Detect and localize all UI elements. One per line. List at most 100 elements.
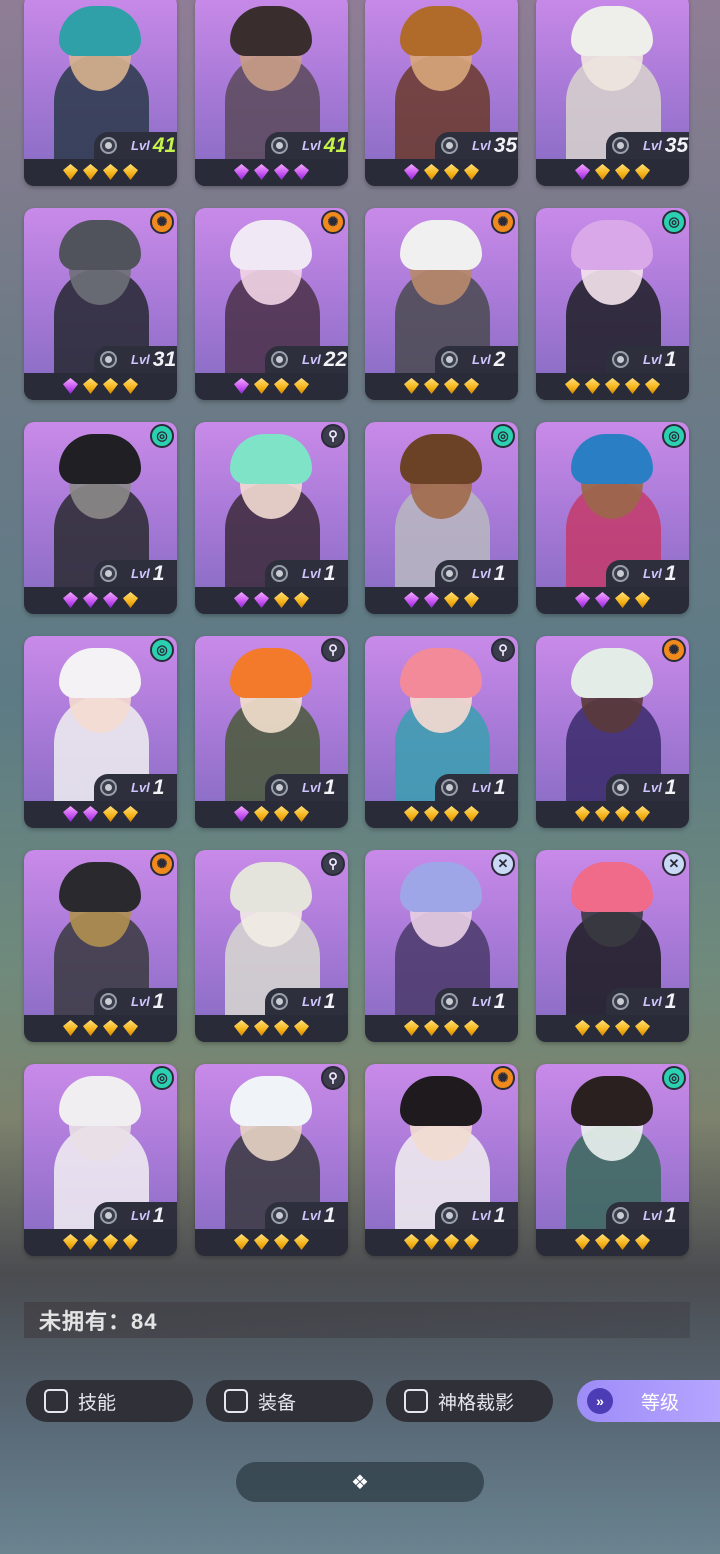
hero-card[interactable]: ◎ Lvl 1 bbox=[536, 208, 689, 400]
level-strip: Lvl 22 bbox=[265, 346, 348, 373]
gold-gem-icon bbox=[83, 164, 98, 180]
star-gems bbox=[536, 804, 689, 824]
gold-gem-icon bbox=[103, 1234, 118, 1250]
level-label: Lvl bbox=[131, 566, 150, 581]
hero-card[interactable]: Lvl 41 bbox=[195, 0, 348, 186]
gold-gem-icon bbox=[123, 1234, 138, 1250]
faction-orange-icon: ✺ bbox=[491, 210, 515, 234]
hero-card[interactable]: ⚲ Lvl 1 bbox=[365, 636, 518, 828]
gold-gem-icon bbox=[635, 592, 650, 608]
hero-card[interactable]: ✺ Lvl 31 bbox=[24, 208, 177, 400]
checkbox-divine-shadow[interactable] bbox=[404, 1389, 428, 1413]
level-label: Lvl bbox=[472, 994, 491, 1009]
level-strip: Lvl 31 bbox=[94, 346, 177, 373]
level-label: Lvl bbox=[302, 352, 321, 367]
gold-gem-icon bbox=[424, 164, 439, 180]
sort-level-button[interactable]: » 等级 bbox=[577, 1380, 720, 1422]
gold-gem-icon bbox=[83, 1020, 98, 1036]
star-gems bbox=[195, 1232, 348, 1252]
checkbox-skill[interactable] bbox=[44, 1389, 68, 1413]
gold-gem-icon bbox=[615, 1020, 630, 1036]
purple-gem-icon bbox=[234, 806, 249, 822]
purple-gem-icon bbox=[234, 378, 249, 394]
level-strip: Lvl 1 bbox=[265, 560, 348, 587]
progress-ring-icon bbox=[271, 1207, 288, 1224]
gold-gem-icon bbox=[274, 1234, 289, 1250]
faction-orange-icon: ✺ bbox=[150, 210, 174, 234]
hero-card[interactable]: ◎ Lvl 1 bbox=[24, 636, 177, 828]
level-label: Lvl bbox=[131, 994, 150, 1009]
level-label: Lvl bbox=[643, 566, 662, 581]
level-value: 1 bbox=[493, 1203, 506, 1227]
level-value: 1 bbox=[664, 347, 677, 371]
hero-card[interactable]: ✕ Lvl 1 bbox=[536, 850, 689, 1042]
progress-ring-icon bbox=[441, 993, 458, 1010]
gold-gem-icon bbox=[103, 164, 118, 180]
hero-card[interactable]: ⚲ Lvl 1 bbox=[195, 850, 348, 1042]
hero-card[interactable]: ⚲ Lvl 1 bbox=[195, 1064, 348, 1256]
star-gems bbox=[195, 376, 348, 396]
purple-gem-icon bbox=[595, 592, 610, 608]
purple-gem-icon bbox=[63, 592, 78, 608]
star-gems bbox=[365, 1232, 518, 1252]
star-gems bbox=[536, 1018, 689, 1038]
hero-card[interactable]: ⚲ Lvl 1 bbox=[195, 422, 348, 614]
level-value: 1 bbox=[152, 1203, 165, 1227]
purple-gem-icon bbox=[83, 592, 98, 608]
hero-card[interactable]: ⚲ Lvl 1 bbox=[195, 636, 348, 828]
level-strip: Lvl 1 bbox=[265, 774, 348, 801]
level-strip: Lvl 1 bbox=[606, 346, 689, 373]
gold-gem-icon bbox=[635, 164, 650, 180]
sort-level-label: 等级 bbox=[641, 1392, 680, 1414]
collapse-panel-handle[interactable]: ❖ bbox=[236, 1462, 484, 1502]
gold-gem-icon bbox=[274, 592, 289, 608]
hero-card[interactable]: ✺ Lvl 1 bbox=[365, 1064, 518, 1256]
faction-orange-icon: ✺ bbox=[321, 210, 345, 234]
checkbox-equipment[interactable] bbox=[224, 1389, 248, 1413]
hero-card[interactable]: ◎ Lvl 1 bbox=[365, 422, 518, 614]
gold-gem-icon bbox=[123, 1020, 138, 1036]
gold-gem-icon bbox=[404, 1020, 419, 1036]
hero-card[interactable]: Lvl 35 bbox=[536, 0, 689, 186]
purple-gem-icon bbox=[83, 806, 98, 822]
progress-ring-icon bbox=[441, 779, 458, 796]
hero-card[interactable]: ✺ Lvl 1 bbox=[24, 850, 177, 1042]
level-strip: Lvl 1 bbox=[435, 1202, 518, 1229]
level-strip: Lvl 35 bbox=[606, 132, 689, 159]
hero-card[interactable]: ✕ Lvl 1 bbox=[365, 850, 518, 1042]
gold-gem-icon bbox=[444, 592, 459, 608]
level-value: 1 bbox=[493, 775, 506, 799]
diamond-cluster-icon: ❖ bbox=[351, 1471, 369, 1494]
hero-card[interactable]: ◎ Lvl 1 bbox=[536, 1064, 689, 1256]
filter-skill[interactable]: 技能 bbox=[26, 1380, 193, 1422]
purple-gem-icon bbox=[404, 164, 419, 180]
star-gems bbox=[24, 162, 177, 182]
purple-gem-icon bbox=[234, 592, 249, 608]
gold-gem-icon bbox=[274, 1020, 289, 1036]
hero-card[interactable]: ✺ Lvl 1 bbox=[536, 636, 689, 828]
progress-ring-icon bbox=[612, 993, 629, 1010]
filter-equipment[interactable]: 装备 bbox=[206, 1380, 373, 1422]
gold-gem-icon bbox=[635, 1234, 650, 1250]
hero-card[interactable]: ◎ Lvl 1 bbox=[24, 1064, 177, 1256]
level-label: Lvl bbox=[131, 352, 150, 367]
progress-ring-icon bbox=[100, 351, 117, 368]
hero-card[interactable]: Lvl 35 bbox=[365, 0, 518, 186]
hero-card[interactable]: ◎ Lvl 1 bbox=[24, 422, 177, 614]
gold-gem-icon bbox=[625, 378, 640, 394]
hero-card[interactable]: ✺ Lvl 2 bbox=[365, 208, 518, 400]
hero-card[interactable]: Lvl 41 bbox=[24, 0, 177, 186]
star-gems bbox=[365, 376, 518, 396]
faction-orange-icon: ✺ bbox=[491, 1066, 515, 1090]
filter-divine-shadow-label: 神格裁影 bbox=[438, 1392, 515, 1414]
gold-gem-icon bbox=[635, 806, 650, 822]
filter-divine-shadow[interactable]: 神格裁影 bbox=[386, 1380, 553, 1422]
purple-gem-icon bbox=[575, 592, 590, 608]
gold-gem-icon bbox=[63, 164, 78, 180]
hero-card[interactable]: ◎ Lvl 1 bbox=[536, 422, 689, 614]
star-gems bbox=[24, 376, 177, 396]
hero-card[interactable]: ✺ Lvl 22 bbox=[195, 208, 348, 400]
level-value: 35 bbox=[664, 133, 689, 157]
progress-ring-icon bbox=[441, 1207, 458, 1224]
progress-ring-icon bbox=[100, 137, 117, 154]
